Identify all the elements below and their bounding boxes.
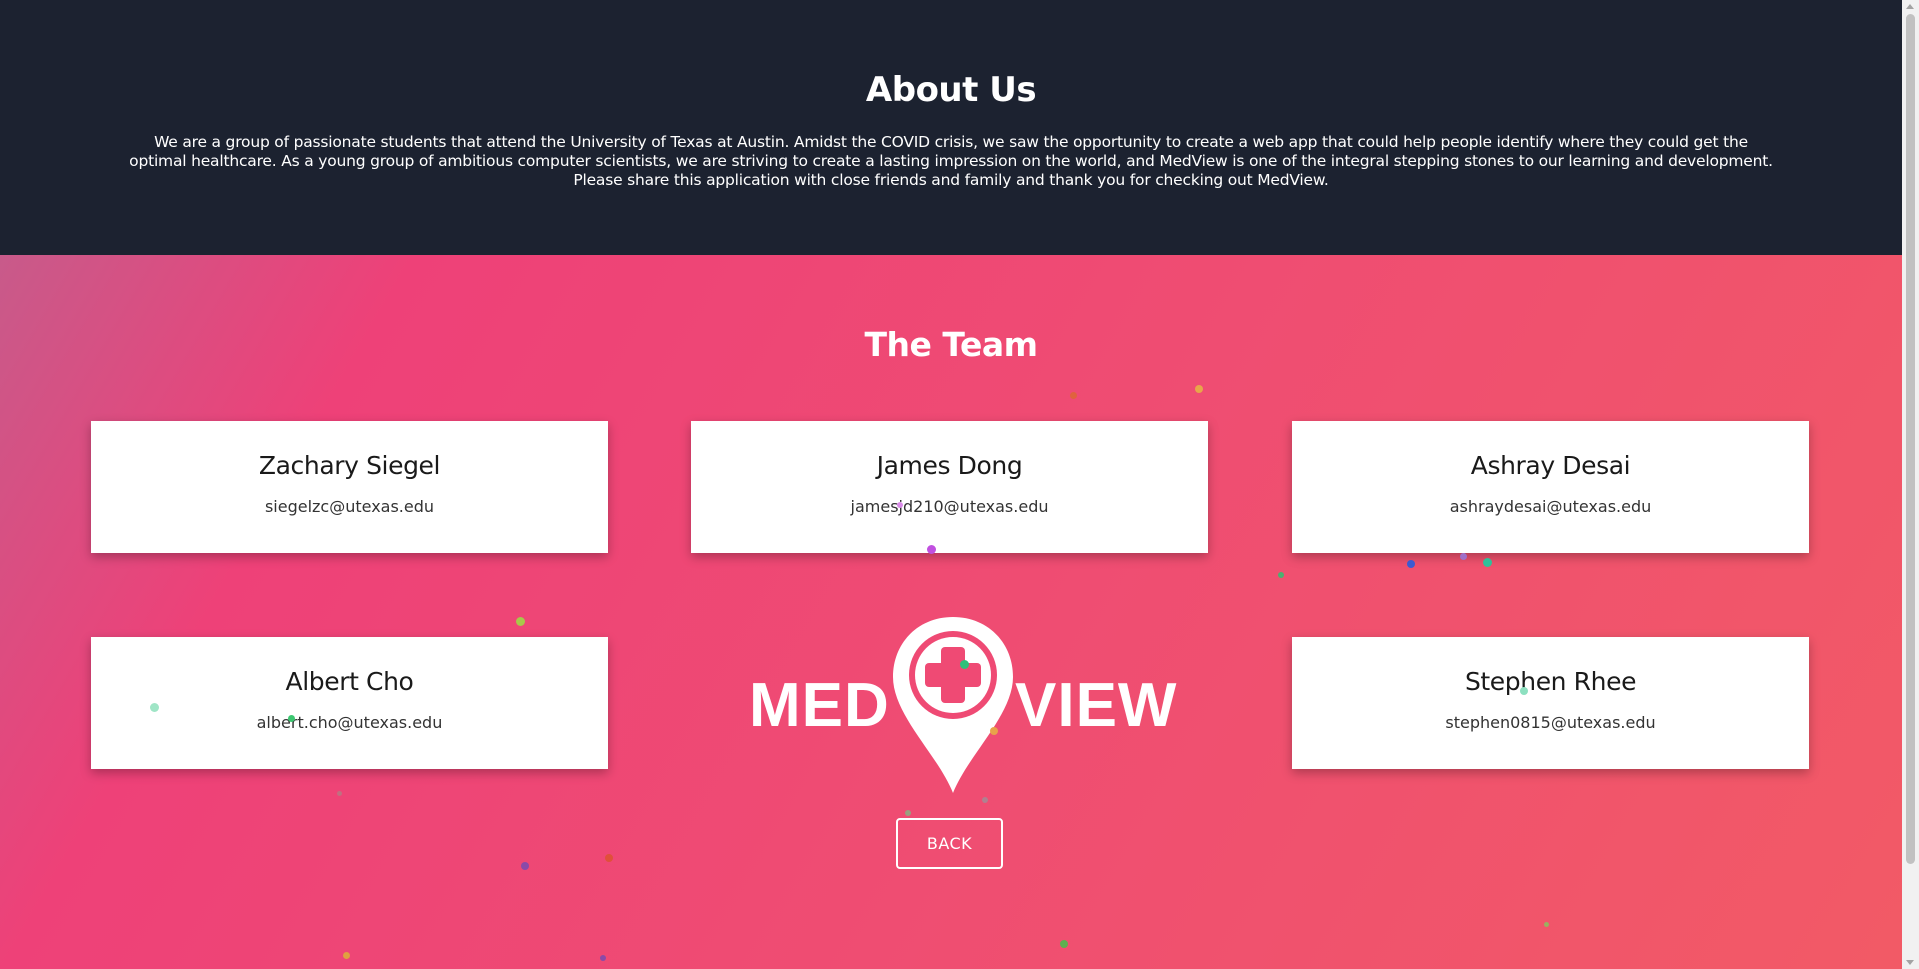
particle-dot xyxy=(600,955,606,961)
map-pin-plus-icon xyxy=(893,617,1013,793)
particle-dot xyxy=(150,703,159,712)
logo-text-med: MED xyxy=(749,671,890,740)
vertical-scrollbar[interactable] xyxy=(1902,0,1919,969)
particle-dot xyxy=(605,854,613,862)
particle-dot xyxy=(288,715,295,722)
team-member-card: Zachary Siegel siegelzc@utexas.edu xyxy=(91,421,608,553)
particle-dot xyxy=(337,791,342,796)
team-section: The Team Zachary Siegel siegelzc@utexas.… xyxy=(0,255,1902,969)
member-name: Ashray Desai xyxy=(1470,451,1631,480)
about-section: About Us We are a group of passionate st… xyxy=(0,0,1902,255)
member-email: jamesjd210@utexas.edu xyxy=(850,497,1049,516)
particle-dot xyxy=(1070,392,1077,399)
medview-logo: MED VIEW xyxy=(745,615,1176,795)
particle-dot xyxy=(1544,922,1549,927)
member-name: Zachary Siegel xyxy=(258,451,441,480)
particle-dot xyxy=(990,727,998,735)
team-member-card: Ashray Desai ashraydesai@utexas.edu xyxy=(1292,421,1809,553)
member-email: stephen0815@utexas.edu xyxy=(1445,713,1656,732)
particle-dot xyxy=(1520,687,1528,695)
particle-dot xyxy=(1483,558,1492,567)
particle-dot xyxy=(1195,385,1203,393)
team-member-card: James Dong jamesjd210@utexas.edu xyxy=(691,421,1208,553)
particle-dot xyxy=(905,810,911,816)
team-title: The Team xyxy=(864,325,1038,364)
member-name: Stephen Rhee xyxy=(1464,667,1637,696)
scroll-up-arrow-icon[interactable] xyxy=(1906,4,1914,9)
particle-dot xyxy=(1060,940,1068,948)
about-description: We are a group of passionate students th… xyxy=(129,133,1773,189)
particle-dot xyxy=(1278,572,1284,578)
member-name: Albert Cho xyxy=(285,667,414,696)
team-member-card: Albert Cho albert.cho@utexas.edu xyxy=(91,637,608,769)
particle-dot xyxy=(897,502,903,508)
member-name: James Dong xyxy=(876,451,1023,480)
scrollbar-thumb[interactable] xyxy=(1906,14,1915,864)
particle-dot xyxy=(521,862,529,870)
member-email: albert.cho@utexas.edu xyxy=(256,713,443,732)
particle-dot xyxy=(960,660,969,669)
scroll-down-arrow-icon[interactable] xyxy=(1906,960,1914,965)
particle-dot xyxy=(927,545,936,554)
back-button[interactable]: BACK xyxy=(896,818,1003,869)
logo-text-view: VIEW xyxy=(1015,671,1178,740)
particle-dot xyxy=(1407,560,1415,568)
particle-dot xyxy=(982,797,988,803)
particle-dot xyxy=(516,617,525,626)
particle-dot xyxy=(1460,553,1467,560)
particle-dot xyxy=(343,952,350,959)
member-email: siegelzc@utexas.edu xyxy=(264,497,435,516)
member-email: ashraydesai@utexas.edu xyxy=(1449,497,1652,516)
about-title: About Us xyxy=(865,70,1037,110)
team-member-card: Stephen Rhee stephen0815@utexas.edu xyxy=(1292,637,1809,769)
